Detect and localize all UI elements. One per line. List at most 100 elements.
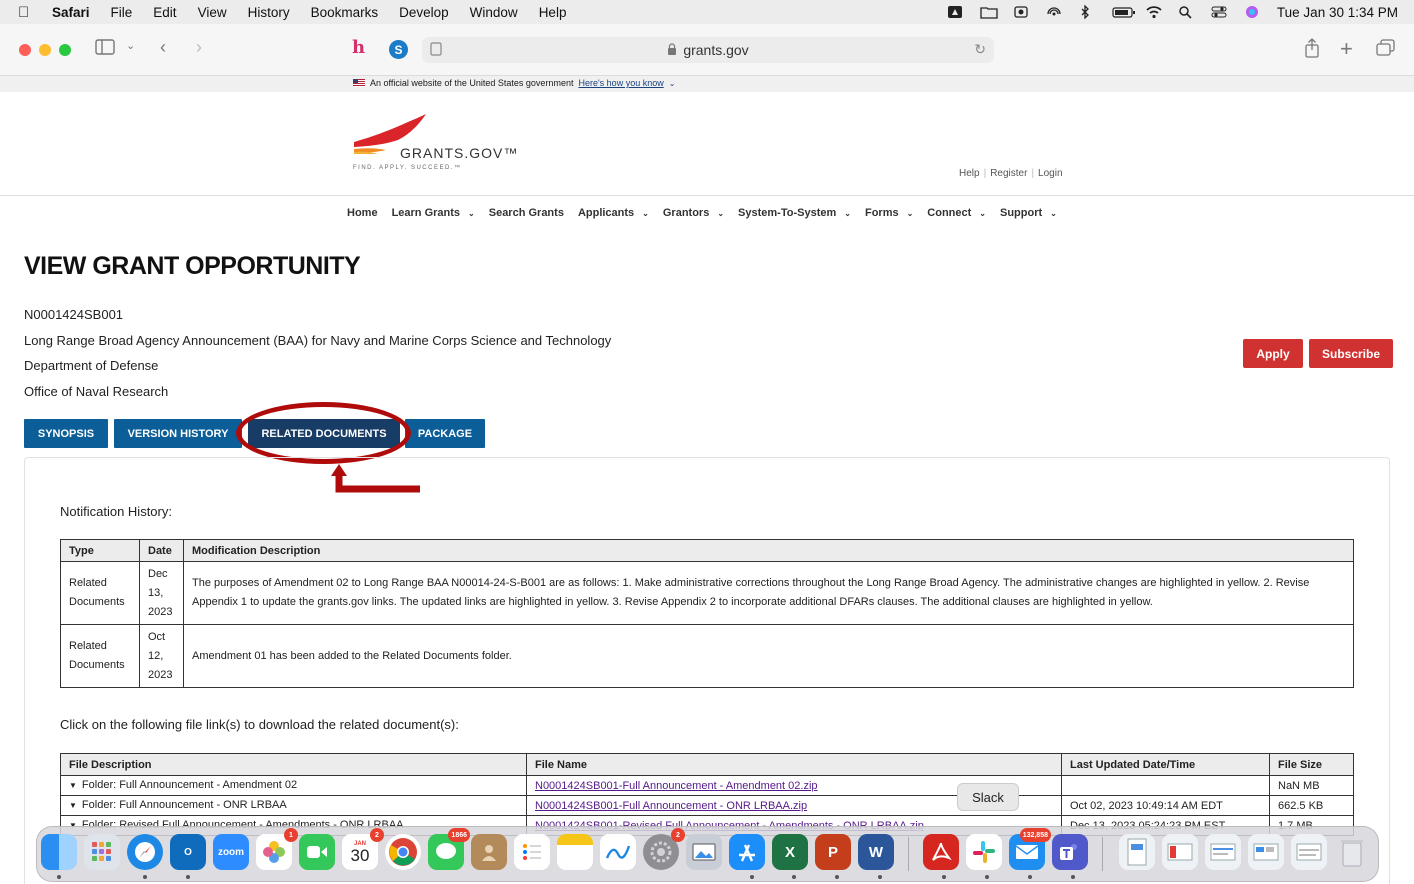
control-center-icon[interactable] [1211, 5, 1229, 19]
nav-system-to-system[interactable]: System-To-System ⌄ [738, 207, 851, 219]
document-thumbnail-icon[interactable] [1291, 834, 1327, 870]
nav-connect[interactable]: Connect ⌄ [927, 207, 986, 219]
messages-icon[interactable]: 1866 [428, 828, 470, 870]
airdrop-icon[interactable] [1046, 5, 1064, 19]
folder-toggle[interactable]: ▼ Folder: Full Announcement - Amendment 0… [60, 775, 527, 796]
extension-s-icon[interactable]: S [389, 40, 408, 59]
notification-badge: 1866 [448, 828, 470, 842]
minimize-window-button[interactable] [39, 44, 51, 56]
chevron-down-icon: ⌄ [642, 208, 649, 218]
tab-package[interactable]: PACKAGE [405, 419, 485, 448]
finder-icon[interactable] [41, 834, 77, 870]
system-settings-icon[interactable]: 2 [643, 828, 685, 870]
siri-icon[interactable] [1244, 5, 1262, 19]
reload-icon[interactable]: ↻ [974, 41, 986, 58]
slack-icon[interactable] [966, 834, 1002, 870]
subscribe-button[interactable]: Subscribe [1309, 339, 1393, 368]
menu-history[interactable]: History [248, 5, 290, 20]
tab-synopsis[interactable]: SYNOPSIS [24, 419, 108, 448]
document-thumbnail-icon[interactable] [1248, 834, 1284, 870]
zoom-icon[interactable]: zoom [213, 834, 249, 870]
close-window-button[interactable] [19, 44, 31, 56]
menu-window[interactable]: Window [470, 5, 518, 20]
reminders-icon[interactable] [514, 834, 550, 870]
menu-develop[interactable]: Develop [399, 5, 449, 20]
document-thumbnail-icon[interactable] [1162, 834, 1198, 870]
expand-triangle-icon[interactable]: ▼ [69, 781, 77, 790]
folder-icon[interactable] [980, 5, 998, 19]
apply-button[interactable]: Apply [1243, 339, 1303, 368]
chevron-down-icon[interactable]: ⌄ [126, 39, 135, 52]
wifi-icon[interactable] [1145, 5, 1163, 19]
menu-edit[interactable]: Edit [153, 5, 176, 20]
app-store-icon[interactable] [729, 834, 765, 870]
chevron-down-icon[interactable]: ⌄ [669, 79, 676, 88]
facetime-icon[interactable] [299, 834, 335, 870]
expand-triangle-icon[interactable]: ▼ [69, 801, 77, 810]
tab-version-history[interactable]: VERSION HISTORY [114, 419, 242, 448]
running-indicator [792, 875, 796, 879]
notification-history-label: Notification History: [60, 504, 172, 519]
column-header: Last Updated Date/Time [1061, 753, 1270, 776]
pdf-document-icon[interactable] [1119, 834, 1155, 870]
menu-help[interactable]: Help [539, 5, 567, 20]
document-thumbnail-icon[interactable] [1205, 834, 1241, 870]
apple-menu-icon[interactable]:  [18, 4, 36, 21]
launchpad-icon[interactable] [84, 834, 120, 870]
powerpoint-icon[interactable]: P [815, 834, 851, 870]
nav-search-grants[interactable]: Search Grants [489, 207, 564, 219]
tab-overview-icon[interactable] [1376, 39, 1396, 62]
folder-toggle[interactable]: ▼ Folder: Full Announcement - ONR LRBAA [60, 795, 527, 816]
outlook-icon[interactable]: O [170, 834, 206, 870]
sidebar-toggle-icon[interactable] [95, 39, 115, 60]
column-header: File Name [526, 753, 1062, 776]
calendar-icon[interactable]: JAN 30 2 [342, 828, 384, 870]
contacts-icon[interactable] [471, 834, 507, 870]
nav-support[interactable]: Support ⌄ [1000, 207, 1057, 219]
menu-bookmarks[interactable]: Bookmarks [311, 5, 379, 20]
honey-extension-icon[interactable]: h [352, 37, 365, 58]
bluetooth-icon[interactable] [1079, 4, 1097, 20]
file-download-link[interactable]: N0001424SB001-Full Announcement - ONR LR… [535, 800, 807, 812]
nav-applicants[interactable]: Applicants ⌄ [578, 207, 649, 219]
back-icon[interactable]: ‹ [160, 37, 166, 58]
nav-home[interactable]: Home [347, 207, 378, 219]
acrobat-icon[interactable] [923, 834, 959, 870]
word-icon[interactable]: W [858, 834, 894, 870]
file-download-link[interactable]: N0001424SB001-Full Announcement - Amendm… [535, 780, 818, 792]
login-link[interactable]: Login [1038, 168, 1062, 179]
trash-icon[interactable] [1334, 834, 1370, 870]
safari-icon[interactable] [127, 834, 163, 870]
battery-icon[interactable] [1112, 5, 1135, 19]
spotlight-search-icon[interactable] [1178, 5, 1196, 19]
share-icon[interactable] [1304, 38, 1320, 63]
grants-gov-logo[interactable]: GRANTS.GOV™ FIND. APPLY. SUCCEED.™ [352, 114, 542, 176]
running-indicator [878, 875, 882, 879]
preview-icon[interactable] [686, 834, 722, 870]
heres-how-you-know-link[interactable]: Here's how you know [578, 78, 663, 88]
page-menu-icon[interactable] [430, 42, 442, 59]
register-link[interactable]: Register [990, 168, 1027, 179]
zoom-window-button[interactable] [59, 44, 71, 56]
nav-grantors[interactable]: Grantors ⌄ [663, 207, 724, 219]
freeform-icon[interactable] [600, 834, 636, 870]
menu-app-name[interactable]: Safari [52, 5, 90, 20]
excel-icon[interactable]: X [772, 834, 808, 870]
mail-icon[interactable]: 132,858 [1009, 828, 1051, 870]
screenshot-icon[interactable] [1013, 5, 1031, 19]
new-tab-icon[interactable]: + [1340, 36, 1353, 62]
page-title: VIEW GRANT OPPORTUNITY [24, 252, 361, 280]
teams-icon[interactable] [1052, 834, 1088, 870]
forward-icon[interactable]: › [196, 37, 202, 58]
address-bar[interactable]: grants.gov ↻ [422, 37, 994, 63]
help-link[interactable]: Help [959, 168, 980, 179]
chrome-icon[interactable] [385, 834, 421, 870]
nav-forms[interactable]: Forms ⌄ [865, 207, 913, 219]
drive-icon[interactable] [947, 5, 965, 19]
notes-icon[interactable] [557, 834, 593, 870]
nav-learn-grants[interactable]: Learn Grants ⌄ [392, 207, 475, 219]
menu-file[interactable]: File [111, 5, 133, 20]
photos-icon[interactable]: 1 [256, 828, 298, 870]
menu-view[interactable]: View [198, 5, 227, 20]
menubar-clock[interactable]: Tue Jan 30 1:34 PM [1277, 5, 1398, 20]
